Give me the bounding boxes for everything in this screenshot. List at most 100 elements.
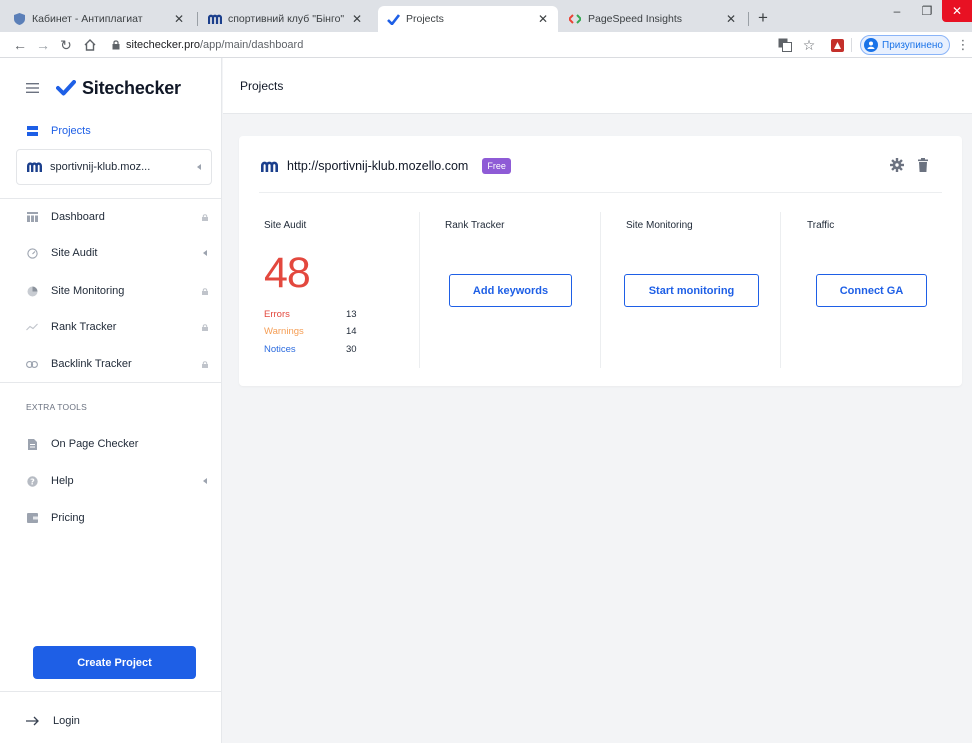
section-caption: EXTRA TOOLS	[26, 402, 87, 412]
close-tab-icon[interactable]: ✕	[536, 12, 550, 26]
back-arrow-icon[interactable]: ←	[10, 35, 30, 55]
browser-menu-icon[interactable]: ⋮	[957, 36, 970, 54]
project-select[interactable]: sportivnij-klub.moz...	[16, 149, 212, 185]
sidebar-item-site-audit[interactable]: Site Audit	[26, 242, 210, 264]
brand-name[interactable]: Sitechecker	[82, 78, 181, 99]
translate-icon[interactable]	[776, 36, 794, 54]
project-select-label: sportivnij-klub.moz...	[50, 161, 151, 173]
pagespeed-favicon-icon	[568, 12, 582, 26]
minimize-window-icon[interactable]: –	[882, 0, 912, 22]
sidebar-item-rank-tracker[interactable]: Rank Tracker	[26, 316, 210, 338]
link-icon	[26, 358, 38, 370]
sitechecker-logo-icon[interactable]	[56, 80, 76, 96]
sidebar-divider	[0, 198, 222, 199]
plan-badge: Free	[482, 158, 511, 174]
sidebar-item-on-page-checker[interactable]: On Page Checker	[26, 433, 210, 455]
home-icon[interactable]	[80, 35, 100, 55]
browser-tab-mozello[interactable]: спортивний клуб "Бінго" - Поча ✕	[200, 6, 372, 32]
browser-tab-antiplagiat[interactable]: Кабинет - Антиплагиат ✕	[4, 6, 194, 32]
rank-tracker-title: Rank Tracker	[445, 220, 505, 231]
pdf-extension-icon[interactable]	[828, 36, 846, 54]
sidebar-item-help[interactable]: ? Help	[26, 470, 210, 492]
login-label: Login	[53, 715, 80, 727]
close-tab-icon[interactable]: ✕	[724, 12, 738, 26]
warnings-stat[interactable]: Warnings 14	[264, 326, 364, 337]
gear-icon[interactable]	[890, 158, 904, 172]
url-path: /app/main/dashboard	[199, 39, 304, 51]
profile-label: Призупинено	[882, 39, 943, 51]
sidebar-item-site-monitoring[interactable]: Site Monitoring	[26, 280, 210, 302]
browser-tab-projects[interactable]: Projects ✕	[378, 6, 558, 32]
restore-window-icon[interactable]: ❐	[912, 0, 942, 22]
forward-arrow-icon[interactable]: →	[33, 35, 53, 55]
column-separator	[419, 212, 420, 368]
arrow-right-icon	[26, 716, 39, 726]
notices-count: 30	[346, 344, 357, 355]
sidebar-item-label: Site Audit	[51, 247, 98, 259]
close-tab-icon[interactable]: ✕	[172, 12, 186, 26]
trend-line-icon	[26, 321, 38, 333]
bookmark-star-icon[interactable]: ☆	[800, 36, 818, 54]
close-window-icon[interactable]: ✕	[942, 0, 972, 22]
traffic-title: Traffic	[807, 220, 835, 231]
sidebar-divider	[0, 382, 222, 383]
page-icon	[26, 438, 38, 450]
user-avatar-icon	[864, 38, 878, 52]
tab-title: PageSpeed Insights	[588, 13, 682, 25]
card-divider	[259, 192, 942, 193]
caret-left-icon	[197, 164, 201, 170]
project-actions	[876, 158, 928, 172]
errors-stat[interactable]: Errors 13	[264, 309, 364, 320]
notices-stat[interactable]: Notices 30	[264, 344, 364, 355]
hamburger-menu-icon[interactable]	[26, 83, 40, 93]
tab-title: Projects	[406, 13, 444, 25]
trash-icon[interactable]	[918, 158, 928, 172]
sidebar-item-label: Rank Tracker	[51, 321, 117, 333]
address-bar[interactable]: sitechecker.pro/app/main/dashboard	[112, 35, 824, 55]
sidebar-item-pricing[interactable]: Pricing	[26, 507, 210, 529]
pie-chart-icon	[26, 285, 38, 297]
add-keywords-button[interactable]: Add keywords	[449, 274, 572, 307]
site-monitoring-title: Site Monitoring	[626, 220, 693, 231]
wallet-icon	[26, 512, 38, 524]
lock-icon	[200, 287, 210, 295]
site-audit-score[interactable]: 48	[264, 252, 311, 295]
create-project-button[interactable]: Create Project	[33, 646, 196, 679]
column-separator	[600, 212, 601, 368]
tab-title: Кабинет - Антиплагиат	[32, 13, 143, 25]
login-link[interactable]: Login	[26, 715, 80, 727]
lock-icon	[112, 40, 120, 50]
close-tab-icon[interactable]: ✕	[350, 12, 364, 26]
sidebar-item-label: Site Monitoring	[51, 285, 125, 297]
lock-icon	[200, 213, 210, 221]
notices-label: Notices	[264, 344, 296, 355]
project-url[interactable]: http://sportivnij-klub.mozello.com	[287, 159, 468, 173]
new-tab-button[interactable]: +	[752, 8, 774, 28]
tab-separator	[748, 12, 749, 26]
help-icon: ?	[26, 475, 38, 487]
browser-toolbar: ← → ↻ sitechecker.pro/app/main/dashboard…	[0, 32, 972, 58]
sidebar-item-projects[interactable]: Projects	[26, 120, 210, 142]
sidebar-item-label: Help	[51, 475, 74, 487]
page-title: Projects	[240, 79, 284, 93]
errors-count: 13	[346, 309, 357, 320]
sidebar-item-backlink-tracker[interactable]: Backlink Tracker	[26, 353, 210, 375]
svg-text:?: ?	[30, 477, 35, 486]
tab-title: спортивний клуб "Бінго" - Поча	[228, 13, 346, 25]
mozello-logo-icon	[261, 161, 278, 172]
profile-button[interactable]: Призупинено	[860, 35, 950, 55]
sitechecker-favicon-icon	[386, 12, 400, 26]
lock-icon	[200, 360, 210, 368]
mozello-logo-icon	[27, 162, 42, 172]
projects-icon	[26, 125, 38, 137]
start-monitoring-button[interactable]: Start monitoring	[624, 274, 759, 307]
browser-tab-pagespeed[interactable]: PageSpeed Insights ✕	[560, 6, 746, 32]
caret-left-icon	[200, 250, 210, 256]
reload-icon[interactable]: ↻	[56, 35, 76, 55]
project-card: http://sportivnij-klub.mozello.com Free …	[239, 136, 962, 386]
connect-ga-button[interactable]: Connect GA	[816, 274, 927, 307]
sidebar-item-label: Projects	[51, 125, 91, 137]
sidebar-item-dashboard[interactable]: Dashboard	[26, 206, 210, 228]
project-header: http://sportivnij-klub.mozello.com Free	[261, 158, 511, 174]
shield-favicon-icon	[12, 12, 26, 26]
